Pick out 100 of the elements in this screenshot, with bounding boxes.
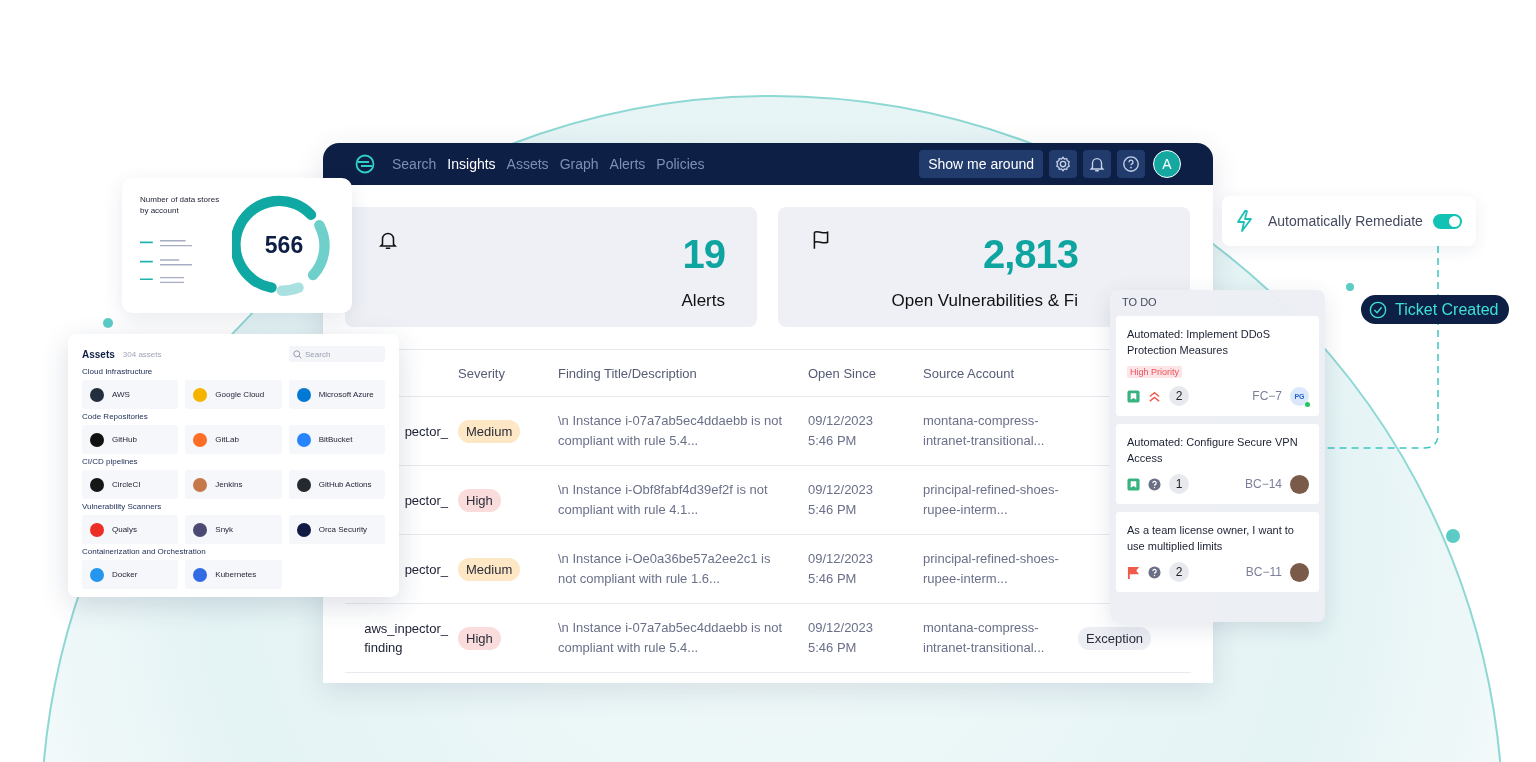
ticket-created-badge: Ticket Created: [1361, 295, 1510, 324]
count-badge: 2: [1169, 386, 1189, 406]
table-cell-text: \n Instance i-07a7ab5ec4ddaebb is not compliant with rule 5.4...: [557, 412, 784, 450]
column-header: Finding Title/Description: [557, 365, 698, 381]
bookmark-icon: [1127, 477, 1140, 491]
search-icon: [293, 350, 302, 359]
group-title: Containerization and Orchestration: [82, 547, 207, 556]
bell-icon: [1088, 155, 1106, 173]
column-header: Open Since: [807, 365, 877, 381]
search-field[interactable]: Search: [289, 346, 385, 362]
assignee-avatar: [1290, 474, 1309, 494]
count-badge: 1: [1169, 474, 1189, 494]
help-button[interactable]: [1117, 150, 1145, 178]
asset-tile[interactable]: Orca Security: [288, 515, 385, 544]
table-cell-text: aws_inpector_ finding: [364, 620, 448, 657]
table-cell-text: 09/12/2023 5:46 PM: [807, 481, 875, 519]
notifications-button[interactable]: [1083, 150, 1111, 178]
logo-icon: [90, 522, 104, 537]
table-cell-text: pector_: [404, 422, 448, 441]
tour-button[interactable]: Show me around: [919, 150, 1043, 178]
table-cell-text: pector_: [404, 560, 448, 579]
nav-link[interactable]: Alerts: [609, 156, 646, 172]
table-cell-text: 09/12/2023 5:46 PM: [807, 619, 875, 657]
logo-icon: [355, 154, 375, 174]
group-title: Cloud Infrastructure: [82, 367, 154, 376]
logo-icon: [296, 432, 311, 447]
asset-tile[interactable]: BitBucket: [288, 425, 385, 454]
table-cell-text: pector_: [404, 491, 448, 510]
nav-link[interactable]: Assets: [506, 156, 549, 172]
ticket-title: Automated: Implement DDoS Protection Measures: [1127, 327, 1272, 358]
logo-icon: [193, 522, 208, 537]
table-cell-text: 09/12/2023 5:46 PM: [807, 550, 875, 588]
table-cell-text: montana-compress-intranet-transitional...: [922, 619, 1046, 657]
table-cell-text: principal-refined-shoes-rupee-interm...: [922, 481, 1060, 519]
assignee-avatar: [1290, 562, 1309, 582]
asset-tile[interactable]: Docker: [82, 560, 179, 589]
card-title: Number of data stores by account: [140, 194, 221, 216]
help-icon: [1148, 565, 1161, 579]
stat-value: 2,813: [982, 231, 1078, 278]
settings-icon: [1054, 155, 1072, 173]
bookmark-icon: [1127, 389, 1140, 403]
logo-icon: [90, 387, 104, 402]
asset-tile[interactable]: Snyk: [185, 515, 282, 544]
ticket-key: BC−14: [1244, 477, 1282, 491]
ticket-card[interactable]: As a team license owner, I want to use multiplied limits 2 BC−11: [1116, 512, 1319, 592]
settings-button[interactable]: [1049, 150, 1077, 178]
asset-tile[interactable]: GitHub: [82, 425, 179, 454]
remediate-label: Automatically Remediate: [1268, 213, 1423, 229]
count-badge: 2: [1169, 562, 1189, 582]
check-circle-icon: [1369, 300, 1387, 319]
group-title: Vulnerability Scanners: [82, 502, 163, 511]
donut-value: 566: [263, 232, 305, 259]
logo-icon: [90, 477, 104, 492]
nav-link[interactable]: Graph: [559, 156, 599, 172]
group-title: Code Repositories: [82, 412, 149, 421]
logo-icon: [193, 477, 208, 492]
asset-tile[interactable]: CircleCI: [82, 470, 179, 499]
panel-title: Assets: [82, 348, 115, 360]
ticket-title: As a team license owner, I want to use multiplied limits: [1127, 523, 1295, 554]
logo-icon: [193, 387, 208, 402]
logo-icon: [296, 387, 311, 402]
nav-link[interactable]: Insights: [447, 156, 496, 172]
table-cell-text: \n Instance i-Obf8fabf4d39ef2f is not compliant with rule 4.1...: [557, 481, 769, 519]
chevrons-up-icon: [1148, 389, 1161, 403]
asset-tile[interactable]: Microsoft Azure: [288, 380, 385, 409]
decor-dot: [1346, 283, 1354, 291]
nav-link[interactable]: Policies: [656, 156, 705, 172]
stat-label: Open Vulnerabilities & Fi: [891, 291, 1078, 311]
ticket-key: FC−7: [1252, 389, 1282, 403]
logo-icon: [193, 432, 208, 447]
asset-count: 304 assets: [122, 349, 162, 359]
logo-icon: [296, 522, 311, 537]
stat-label: Alerts: [681, 291, 725, 311]
table-cell-text: 09/12/2023 5:46 PM: [807, 412, 875, 450]
column-header: Severity: [457, 365, 506, 381]
logo-icon: [193, 567, 208, 582]
table-cell-text: \n Instance i-Oe0a36be57a2ee2c1 is not compliant with rule 1.6...: [557, 550, 772, 588]
ticket-key: BC−11: [1245, 565, 1282, 579]
table-cell-text: montana-compress-intranet-transitional...: [922, 412, 1046, 450]
group-title: CI/CD pipelines: [82, 457, 139, 466]
decor-dot: [1446, 529, 1460, 543]
severity-badge: Medium: [458, 557, 521, 581]
logo-icon: [90, 567, 104, 582]
ticket-card[interactable]: Automated: Configure Secure VPN Access 1 BC−14: [1116, 424, 1319, 504]
toggle-switch[interactable]: [1432, 213, 1462, 229]
status-badge: Exception: [1078, 626, 1152, 650]
stat-value: 19: [682, 231, 725, 278]
help-icon: [1148, 477, 1161, 491]
asset-tile[interactable]: Kubernetes: [185, 560, 282, 589]
column-header: Source Account: [922, 365, 1016, 381]
asset-tile[interactable]: AWS: [82, 380, 179, 409]
asset-tile[interactable]: Qualys: [82, 515, 179, 544]
asset-tile[interactable]: Jenkins: [185, 470, 282, 499]
column-title: TO DO: [1121, 296, 1158, 308]
nav-link[interactable]: Search: [392, 156, 437, 172]
table-cell-text: principal-refined-shoes-rupee-interm...: [922, 550, 1060, 588]
table-cell-text: \n Instance i-07a7ab5ec4ddaebb is not compliant with rule 5.4...: [557, 619, 784, 657]
asset-tile[interactable]: GitLab: [185, 425, 282, 454]
asset-tile[interactable]: Google Cloud: [185, 380, 282, 409]
asset-tile[interactable]: GitHub Actions: [288, 470, 385, 499]
